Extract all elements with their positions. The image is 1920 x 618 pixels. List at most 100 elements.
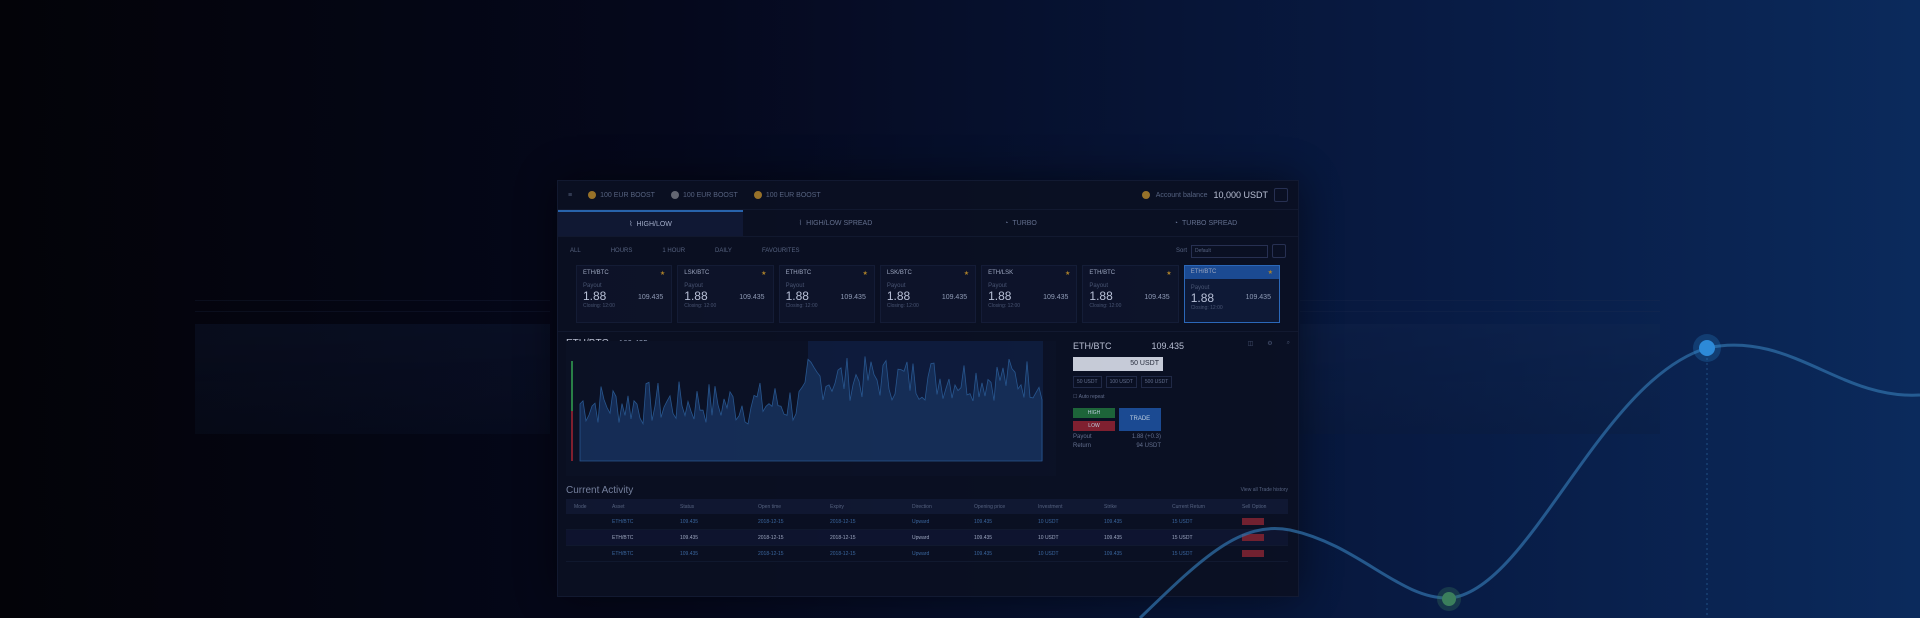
boost-coin-3[interactable]: 100 EUR BOOST	[753, 191, 821, 199]
column-header[interactable]: Expiry	[830, 504, 912, 510]
quick-amount-100[interactable]: 100 USDT	[1105, 376, 1137, 388]
column-header[interactable]: Open time	[758, 504, 830, 510]
sell-button[interactable]	[1242, 534, 1264, 541]
column-header[interactable]: Asset	[612, 504, 680, 510]
cell-expiry: 2018-12-15	[830, 550, 856, 557]
cell-open: 2018-12-15	[758, 518, 784, 525]
sell-button[interactable]	[1242, 518, 1264, 525]
balance-label: Account balance	[1155, 191, 1208, 199]
card-pair: LSK/BTC	[886, 270, 912, 276]
trading-app-window: ≡ 100 EUR BOOST 100 EUR BOOST 100 EUR BO…	[557, 180, 1299, 597]
asset-card[interactable]: ETH/BTC ★ Payout 1.88 109.435 Closing: 12:00	[1183, 265, 1280, 323]
asset-card[interactable]: ETH/BTC ★ Payout 1.88 109.435 Closing: 12:00	[778, 265, 875, 323]
sort-label: Sort	[1175, 248, 1187, 254]
card-price: 109.435	[637, 294, 664, 301]
star-icon[interactable]: ★	[1166, 270, 1171, 277]
filter-1-hour[interactable]: 1 HOUR	[662, 248, 685, 254]
coin-icon	[670, 191, 679, 199]
star-icon[interactable]: ★	[1268, 269, 1273, 276]
column-header[interactable]: Opening price	[974, 504, 1038, 510]
asset-card[interactable]: ETH/LSK ★ Payout 1.88 109.435 Closing: 12:00	[981, 265, 1078, 323]
trade-button[interactable]: TRADE	[1119, 408, 1161, 431]
tab-turbo[interactable]: ◔ TURBO	[928, 210, 1113, 236]
trend-icon: ⌇	[798, 220, 803, 227]
card-price: 109.435	[840, 294, 866, 301]
star-icon[interactable]: ★	[964, 270, 969, 277]
table-row[interactable]: ETH/BTC 109.435 2018-12-15 2018-12-15 Upward…	[566, 514, 1288, 530]
trade-pair: ETH/BTC	[1073, 341, 1112, 351]
price-chart[interactable]	[566, 341, 1056, 476]
star-icon[interactable]: ★	[660, 270, 665, 277]
cell-inv: 10 USDT	[1038, 534, 1059, 541]
cell-expiry: 2018-12-15	[830, 534, 856, 541]
cell-dir: Upward	[912, 518, 930, 525]
cell-price: 109.435	[974, 518, 993, 525]
filter-bar: ALL HOURS 1 HOUR DAILY FAVOURITES Sort D…	[558, 237, 1298, 265]
card-expiry: Closing: 12:00	[886, 303, 919, 309]
card-pair: ETH/BTC	[1089, 270, 1116, 276]
card-expiry: Closing: 12:00	[785, 303, 818, 309]
balance-value: 10,000 USDT	[1213, 190, 1268, 200]
tab-high-low[interactable]: ⌇ HIGH/LOW	[558, 210, 743, 236]
filter-daily[interactable]: DAILY	[715, 248, 732, 254]
card-price: 109.435	[1245, 294, 1271, 301]
low-button[interactable]: LOW	[1073, 421, 1115, 431]
card-pair: LSK/BTC	[684, 270, 710, 276]
trade-history-link[interactable]: View all Trade history	[1241, 487, 1288, 493]
card-pair: ETH/BTC	[1190, 269, 1217, 275]
quick-amounts: 50 USDT 100 USDT 500 USDT	[1073, 376, 1283, 388]
table-row[interactable]: ETH/BTC 109.435 2018-12-15 2018-12-15 Upward…	[566, 546, 1288, 562]
auto-repeat-checkbox[interactable]: ☐ Auto repeat	[1073, 394, 1283, 400]
table-row[interactable]: ETH/BTC 109.435 2018-12-15 2018-12-15 Upward…	[566, 530, 1288, 546]
grid-view-icon[interactable]	[1272, 244, 1286, 258]
cell-dir: Upward	[912, 550, 930, 557]
card-expiry: Closing: 12:00	[583, 303, 615, 309]
column-header[interactable]: Mode	[574, 504, 612, 510]
sort-select[interactable]: Default	[1191, 244, 1268, 258]
column-header[interactable]: Sell Option	[1242, 504, 1296, 510]
coin-icon	[588, 191, 597, 199]
column-header[interactable]: Current Return	[1172, 504, 1242, 510]
card-pair: ETH/BTC	[785, 270, 812, 276]
column-header[interactable]: Status	[680, 504, 758, 510]
star-icon[interactable]: ★	[1065, 270, 1070, 277]
card-price: 109.435	[941, 294, 968, 301]
quick-amount-50[interactable]: 50 USDT	[1073, 376, 1102, 388]
wallet-icon	[1141, 191, 1150, 199]
filter-favourites[interactable]: FAVOURITES	[762, 248, 800, 254]
asset-card[interactable]: LSK/BTC ★ Payout 1.88 109.435 Closing: 12:00	[677, 265, 774, 323]
star-icon[interactable]: ★	[862, 270, 867, 277]
star-icon[interactable]: ★	[761, 270, 766, 277]
asset-card[interactable]: ETH/BTC ★ Payout 1.88 109.435 Closing: 12:00	[576, 265, 673, 323]
tab-high-low-spread[interactable]: ⌇ HIGH/LOW SPREAD	[743, 210, 928, 236]
cell-strike: 109.435	[1104, 534, 1123, 541]
amount-input[interactable]: 50 USDT	[1073, 357, 1163, 371]
menu-icon[interactable]: ≡	[568, 192, 572, 199]
cell-asset: ETH/BTC	[612, 534, 634, 541]
activity-table-body: ETH/BTC 109.435 2018-12-15 2018-12-15 Upward…	[566, 514, 1288, 562]
column-header[interactable]: Direction	[912, 504, 974, 510]
asset-cards: ETH/BTC ★ Payout 1.88 109.435 Closing: 12:00 L…	[558, 265, 1298, 323]
card-pair: ETH/LSK	[988, 270, 1014, 276]
cell-asset: ETH/BTC	[612, 550, 634, 557]
sell-button[interactable]	[1242, 550, 1264, 557]
high-button[interactable]: HIGH	[1073, 408, 1115, 418]
card-price: 109.435	[1043, 294, 1069, 301]
zoom-icon[interactable]: ⌕	[1287, 340, 1290, 347]
column-header[interactable]: Investment	[1038, 504, 1104, 510]
mode-tabs: ⌇ HIGH/LOW ⌇ HIGH/LOW SPREAD ◔ TURBO ◔ TURBO…	[558, 210, 1298, 237]
boost-coin-1[interactable]: 100 EUR BOOST	[588, 191, 655, 199]
tab-turbo-spread[interactable]: ◔ TURBO SPREAD	[1113, 210, 1298, 236]
asset-card[interactable]: LSK/BTC ★ Payout 1.88 109.435 Closing: 12:00	[879, 265, 977, 323]
quick-amount-500[interactable]: 500 USDT	[1140, 376, 1173, 388]
user-icon[interactable]	[1274, 188, 1288, 202]
filter-all[interactable]: ALL	[570, 248, 581, 254]
filter-hours[interactable]: HOURS	[611, 248, 633, 254]
cell-price: 109.435	[974, 550, 993, 557]
curve-marker-blue	[1699, 340, 1715, 356]
asset-card[interactable]: ETH/BTC ★ Payout 1.88 109.435 Closing: 12:00	[1082, 265, 1179, 323]
boost-coin-2[interactable]: 100 EUR BOOST	[670, 191, 738, 199]
payout-row: Payout 1.88 (+0.3)	[1073, 434, 1161, 440]
cell-ret: 15 USDT	[1172, 518, 1193, 525]
column-header[interactable]: Strike	[1104, 504, 1172, 510]
